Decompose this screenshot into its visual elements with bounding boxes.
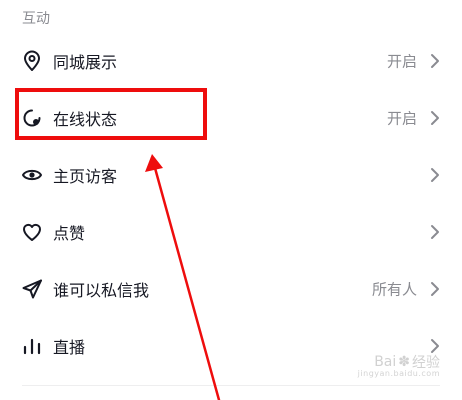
- setting-row-nearby-display[interactable]: 同城展示 开启: [0, 32, 462, 89]
- setting-value-who-can-message: 所有人: [371, 280, 417, 298]
- setting-value-online-status: 开启: [386, 109, 417, 127]
- setting-label-who-can-message: 谁可以私信我: [53, 280, 150, 300]
- section-title: 互动: [22, 11, 50, 27]
- setting-label-live: 直播: [53, 337, 86, 357]
- setting-row-who-can-message[interactable]: 谁可以私信我 所有人: [0, 260, 462, 317]
- baidu-jingyan-watermark: Bai ✽ 经验 jingyan.baidu.com: [358, 352, 440, 378]
- setting-label-online-status: 在线状态: [53, 109, 118, 129]
- setting-label-profile-visitors: 主页访客: [53, 166, 118, 186]
- chevron-right-icon: [430, 110, 440, 126]
- bar-chart-icon: [21, 335, 43, 357]
- eye-icon: [21, 164, 43, 186]
- watermark-sub: jingyan.baidu.com: [357, 369, 440, 378]
- setting-value-nearby-display: 开启: [386, 52, 417, 70]
- paper-plane-icon: [21, 278, 43, 300]
- settings-list: 同城展示 开启 在线状态 开启 主页访客 点赞 谁可以私信我 所有人 直播: [0, 32, 462, 374]
- online-status-icon: [21, 107, 43, 129]
- setting-label-likes: 点赞: [53, 223, 86, 243]
- watermark-brand: Bai: [374, 354, 397, 370]
- chevron-right-icon: [430, 167, 440, 183]
- chevron-right-icon: [430, 53, 440, 69]
- setting-label-nearby-display: 同城展示: [53, 52, 118, 72]
- setting-row-online-status[interactable]: 在线状态 开启: [0, 89, 462, 146]
- heart-icon: [21, 221, 43, 243]
- setting-row-profile-visitors[interactable]: 主页访客: [0, 146, 462, 203]
- location-pin-icon: [21, 50, 43, 72]
- list-divider: [22, 385, 440, 386]
- setting-row-likes[interactable]: 点赞: [0, 203, 462, 260]
- chevron-right-icon: [430, 224, 440, 240]
- chevron-right-icon: [430, 281, 440, 297]
- paw-icon: ✽: [398, 354, 410, 370]
